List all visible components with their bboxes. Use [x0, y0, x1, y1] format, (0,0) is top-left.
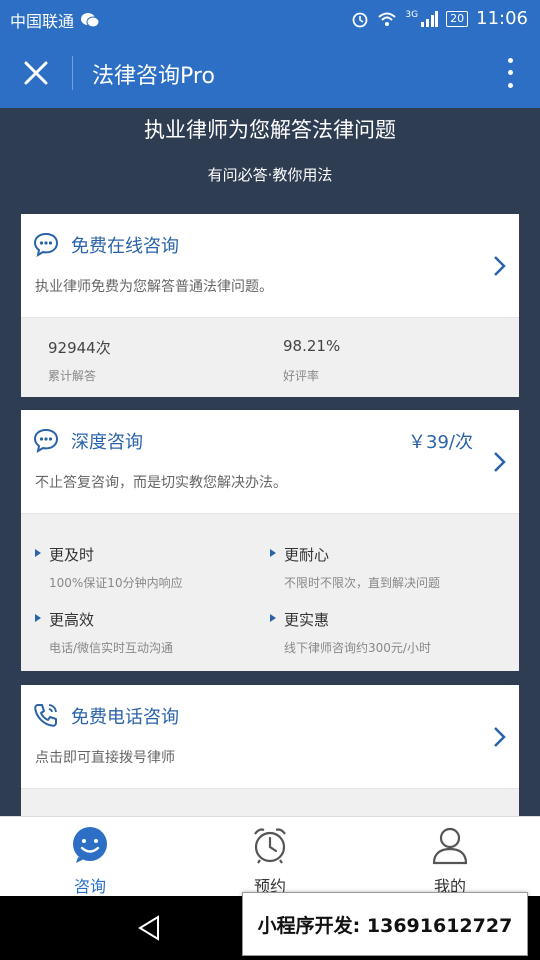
rating-value: 98.21%: [283, 337, 341, 355]
carrier-label: 中国联通: [10, 12, 75, 31]
phone-consult-card[interactable]: 免费电话咨询 点击即可直接拨号律师: [21, 685, 519, 816]
card-description: 执业律师免费为您解答普通法律问题。: [35, 279, 273, 295]
card-title: 免费在线咨询: [71, 236, 179, 257]
card-header[interactable]: 深度咨询 ￥39/次 不止答复咨询，而是切实教您解决办法。: [21, 410, 519, 514]
answers-count: 92944次: [48, 339, 111, 357]
user-icon: [432, 827, 468, 865]
chat-question-icon: [33, 428, 59, 453]
feature-description: 不限时不限次，直到解决问题: [284, 576, 441, 590]
stats-panel: 92944次 累计解答 98.21% 好评率: [21, 318, 519, 397]
rating-label: 好评率: [283, 369, 320, 383]
back-triangle-icon[interactable]: [136, 914, 164, 942]
tab-label: 咨询: [73, 877, 106, 896]
feature-description: 电话/微信实时互动沟通: [49, 641, 174, 655]
main-content[interactable]: 执业律师为您解答法律问题 有问必答·教你用法 免费在线咨询 执业律师免费为您解答…: [0, 108, 540, 816]
card-description: 点击即可直接拨号律师: [35, 750, 175, 766]
title-bar: 法律咨询Pro: [0, 38, 540, 108]
answers-count-label: 累计解答: [48, 369, 97, 383]
status-right: 3G 20 11:06: [351, 8, 528, 29]
battery-indicator: 20: [446, 10, 469, 27]
hero-title: 执业律师为您解答法律问题: [144, 118, 396, 142]
feature-title: 更及时: [49, 546, 95, 564]
wifi-icon: [378, 12, 397, 26]
feature-title: 更实惠: [284, 611, 330, 629]
network-type-label: 3G: [405, 9, 419, 20]
card-header[interactable]: 免费电话咨询 点击即可直接拨号律师: [21, 685, 519, 789]
chevron-right-icon: [494, 727, 506, 747]
chevron-right-icon: [494, 256, 506, 276]
tab-appointment[interactable]: 预约: [220, 823, 320, 896]
more-dot-icon: [507, 70, 513, 76]
more-menu-button[interactable]: [498, 54, 522, 92]
card-header[interactable]: 免费在线咨询 执业律师免费为您解答普通法律问题。: [21, 214, 519, 318]
phone-icon: [34, 704, 57, 727]
chat-bubble-icon: [33, 232, 59, 257]
signal-icon: [421, 10, 439, 27]
tab-consult[interactable]: 咨询: [40, 823, 140, 896]
tab-profile[interactable]: 我的: [400, 823, 500, 896]
more-dot-icon: [507, 57, 513, 63]
bullet-icon: [270, 549, 276, 557]
clock-label: 11:06: [476, 8, 528, 29]
card-description: 不止答复咨询，而是切实教您解决办法。: [35, 475, 287, 491]
bullet-icon: [35, 549, 41, 557]
wechat-icon: [81, 13, 100, 28]
more-dot-icon: [507, 83, 513, 89]
price-label: ￥39/次: [408, 432, 473, 453]
feature-title: 更高效: [49, 611, 95, 629]
smile-chat-icon: [73, 827, 107, 863]
card-footer: [21, 789, 519, 816]
close-icon: [24, 61, 48, 85]
deep-consult-card[interactable]: 深度咨询 ￥39/次 不止答复咨询，而是切实教您解决办法。 更及时 100%保证…: [21, 410, 519, 671]
hero-subtitle: 有问必答·教你用法: [207, 166, 333, 184]
card-title: 深度咨询: [71, 432, 143, 453]
feature-description: 线下律师咨询约300元/小时: [284, 641, 431, 655]
close-button[interactable]: [18, 55, 54, 91]
card-title: 免费电话咨询: [71, 707, 179, 728]
alarm-clock-icon: [254, 828, 286, 864]
bullet-icon: [270, 614, 276, 622]
free-online-consult-card[interactable]: 免费在线咨询 执业律师免费为您解答普通法律问题。 92944次 累计解答 98.…: [21, 214, 519, 397]
status-left: 中国联通: [10, 8, 100, 32]
promo-banner: 小程序开发: 13691612727: [242, 892, 528, 956]
page-title: 法律咨询Pro: [92, 64, 215, 89]
alarm-icon: [353, 12, 368, 27]
status-bar: 中国联通 3G 20 11:06: [0, 0, 540, 38]
bullet-icon: [35, 614, 41, 622]
features-panel: 更及时 100%保证10分钟内响应 更耐心 不限时不限次，直到解决问题 更高效 …: [21, 514, 519, 671]
bottom-tab-bar: 咨询 预约 我的: [0, 816, 540, 896]
feature-title: 更耐心: [284, 546, 330, 564]
title-divider: [72, 56, 73, 90]
chevron-right-icon: [494, 452, 506, 472]
feature-description: 100%保证10分钟内响应: [49, 576, 183, 590]
